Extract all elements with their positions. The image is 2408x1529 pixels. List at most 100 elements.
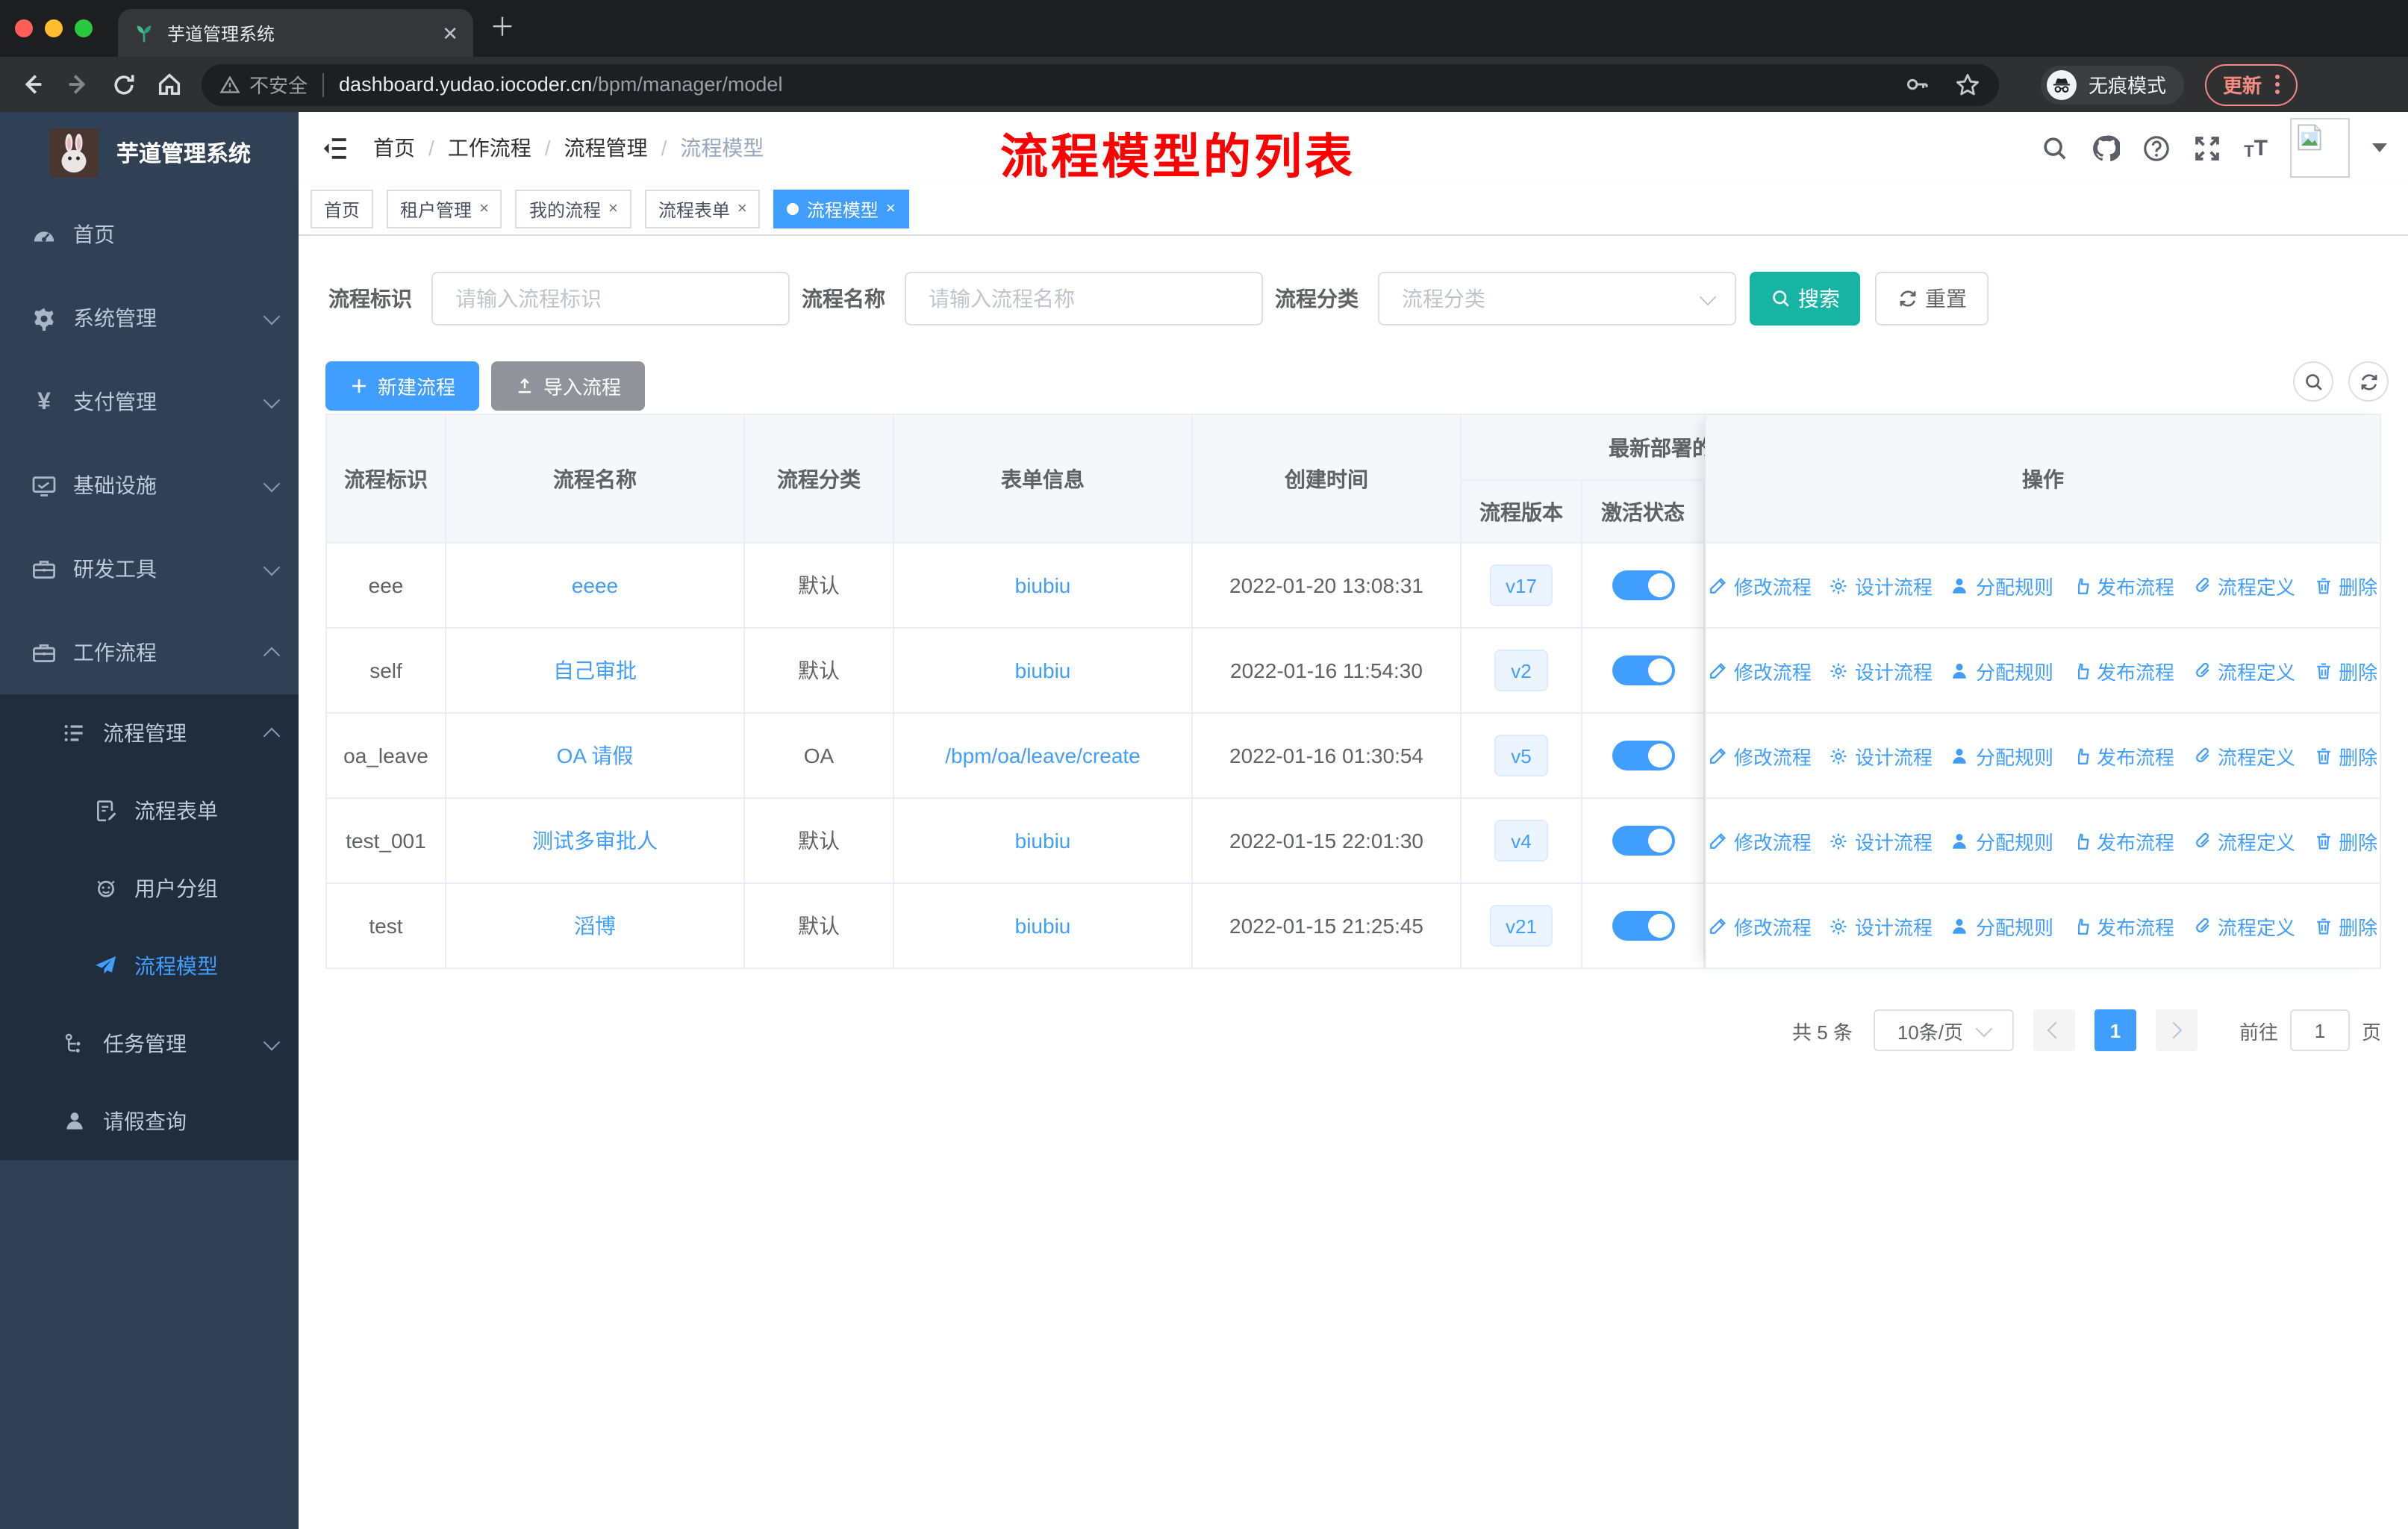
address-bar[interactable]: 不安全 dashboard.yudao.iocoder.cn/bpm/manag… [202, 63, 1999, 105]
assign-rule-action[interactable]: 分配规则 [1950, 571, 2053, 600]
design-process-action[interactable]: 设计流程 [1830, 741, 1933, 770]
process-definition-action[interactable]: 流程定义 [2192, 571, 2295, 600]
delete-action[interactable]: 删除 [2313, 571, 2377, 600]
prev-page-button[interactable] [2033, 1009, 2075, 1051]
edit-process-action[interactable]: 修改流程 [1709, 826, 1812, 855]
bookmark-star-icon[interactable] [1954, 71, 1981, 98]
close-icon[interactable]: × [608, 200, 618, 217]
publish-process-action[interactable]: 发布流程 [2071, 826, 2174, 855]
reload-icon[interactable] [110, 71, 137, 98]
design-process-action[interactable]: 设计流程 [1830, 826, 1933, 855]
assign-rule-action[interactable]: 分配规则 [1950, 741, 2053, 770]
active-toggle[interactable] [1612, 741, 1674, 770]
help-icon[interactable] [2142, 134, 2171, 162]
tag-tenant-mgmt[interactable]: 租户管理 × [387, 190, 502, 228]
page-size-select[interactable]: 10条/页 [1873, 1009, 2014, 1051]
sidebar-item-process-model[interactable]: 流程模型 [0, 927, 299, 1005]
search-icon[interactable] [2041, 134, 2069, 162]
refresh-table-button[interactable] [2348, 361, 2389, 402]
process-name-link[interactable]: 测试多审批人 [532, 826, 658, 856]
app-logo[interactable]: 芋道管理系统 [0, 112, 299, 193]
process-name-input[interactable] [905, 272, 1263, 326]
home-icon[interactable] [155, 70, 184, 99]
edit-process-action[interactable]: 修改流程 [1709, 741, 1812, 770]
next-page-button[interactable] [2155, 1009, 2198, 1051]
sidebar-item-process-mgmt[interactable]: 流程管理 [0, 694, 299, 772]
tag-my-process[interactable]: 我的流程 × [515, 190, 631, 228]
process-name-link[interactable]: 滔博 [574, 911, 616, 941]
edit-process-action[interactable]: 修改流程 [1709, 656, 1812, 685]
tag-home[interactable]: 首页 [311, 190, 374, 228]
assign-rule-action[interactable]: 分配规则 [1950, 826, 2053, 855]
form-link[interactable]: biubiu [1015, 914, 1071, 938]
delete-action[interactable]: 删除 [2313, 912, 2377, 940]
assign-rule-action[interactable]: 分配规则 [1950, 656, 2053, 685]
tab-close-icon[interactable]: ✕ [442, 23, 458, 43]
back-icon[interactable] [18, 70, 46, 99]
fullscreen-icon[interactable] [2193, 134, 2221, 162]
form-link[interactable]: biubiu [1015, 573, 1071, 597]
sidebar-item-task-mgmt[interactable]: 任务管理 [0, 1005, 299, 1083]
page-number-current[interactable]: 1 [2094, 1009, 2136, 1051]
publish-process-action[interactable]: 发布流程 [2071, 741, 2174, 770]
publish-process-action[interactable]: 发布流程 [2071, 656, 2174, 685]
close-window-icon[interactable] [15, 19, 33, 37]
maximize-window-icon[interactable] [75, 19, 93, 37]
process-definition-action[interactable]: 流程定义 [2192, 656, 2295, 685]
search-button[interactable]: 搜索 [1750, 272, 1860, 326]
delete-action[interactable]: 删除 [2313, 826, 2377, 855]
forward-icon[interactable] [64, 70, 93, 99]
sidebar-item-infra[interactable]: 基础设施 [0, 443, 299, 527]
process-name-link[interactable]: 自己审批 [553, 655, 637, 685]
publish-process-action[interactable]: 发布流程 [2071, 571, 2174, 600]
browser-update-button[interactable]: 更新 [2205, 63, 2298, 105]
sidebar-item-workflow[interactable]: 工作流程 [0, 611, 299, 694]
browser-tab[interactable]: 芋道管理系统 ✕ [118, 9, 473, 57]
form-link[interactable]: biubiu [1015, 658, 1071, 682]
minimize-window-icon[interactable] [45, 19, 63, 37]
process-name-link[interactable]: eeee [572, 573, 618, 597]
edit-process-action[interactable]: 修改流程 [1709, 912, 1812, 940]
sidebar-item-user-group[interactable]: 用户分组 [0, 850, 299, 927]
breadcrumb-workflow[interactable]: 工作流程 [448, 133, 531, 163]
saved-passwords-key-icon[interactable] [1905, 72, 1930, 97]
form-link[interactable]: /bpm/oa/leave/create [945, 744, 1141, 767]
process-definition-action[interactable]: 流程定义 [2192, 741, 2295, 770]
design-process-action[interactable]: 设计流程 [1830, 571, 1933, 600]
font-size-icon[interactable]: TT [2244, 135, 2268, 161]
close-icon[interactable]: × [737, 200, 747, 217]
process-definition-action[interactable]: 流程定义 [2192, 826, 2295, 855]
process-key-input[interactable] [431, 272, 790, 326]
sidebar-item-payment[interactable]: ¥ 支付管理 [0, 360, 299, 443]
breadcrumb-process-mgmt[interactable]: 流程管理 [564, 133, 648, 163]
browser-menu-icon[interactable] [2275, 75, 2280, 94]
active-toggle[interactable] [1612, 911, 1674, 941]
assign-rule-action[interactable]: 分配规则 [1950, 912, 2053, 940]
active-toggle[interactable] [1612, 655, 1674, 685]
reset-button[interactable]: 重置 [1875, 272, 1989, 326]
sidebar-item-process-form[interactable]: 流程表单 [0, 772, 299, 850]
sidebar-item-system[interactable]: 系统管理 [0, 276, 299, 360]
form-link[interactable]: biubiu [1015, 829, 1071, 853]
process-category-select[interactable]: 流程分类 [1378, 272, 1736, 326]
sidebar-item-leave-query[interactable]: 请假查询 [0, 1083, 299, 1160]
sidebar-item-devtools[interactable]: 研发工具 [0, 527, 299, 611]
new-tab-button[interactable]: ＋ [490, 15, 515, 40]
sidebar-fold-icon[interactable] [321, 134, 349, 162]
active-toggle[interactable] [1612, 570, 1674, 600]
edit-process-action[interactable]: 修改流程 [1709, 571, 1812, 600]
publish-process-action[interactable]: 发布流程 [2071, 912, 2174, 940]
process-definition-action[interactable]: 流程定义 [2192, 912, 2295, 940]
design-process-action[interactable]: 设计流程 [1830, 912, 1933, 940]
process-name-link[interactable]: OA 请假 [557, 741, 634, 770]
delete-action[interactable]: 删除 [2313, 741, 2377, 770]
close-icon[interactable]: × [886, 200, 896, 217]
github-icon[interactable] [2092, 134, 2120, 162]
import-process-button[interactable]: 导入流程 [491, 361, 646, 411]
active-toggle[interactable] [1612, 826, 1674, 856]
avatar[interactable] [2290, 118, 2350, 178]
breadcrumb-home[interactable]: 首页 [373, 133, 415, 163]
design-process-action[interactable]: 设计流程 [1830, 656, 1933, 685]
close-icon[interactable]: × [479, 200, 489, 217]
tag-process-form[interactable]: 流程表单 × [644, 190, 761, 228]
